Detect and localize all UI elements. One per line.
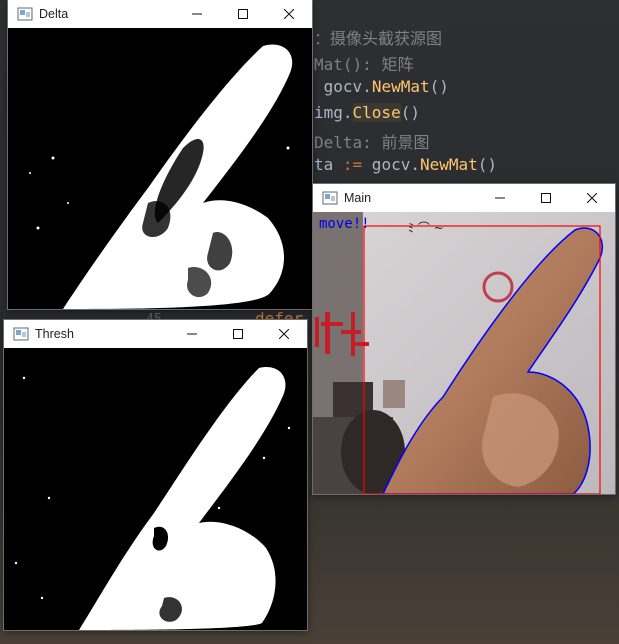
- maximize-button[interactable]: [523, 184, 569, 212]
- minimize-icon: [187, 333, 197, 335]
- move-overlay-label: move!!: [319, 216, 370, 232]
- close-button[interactable]: [569, 184, 615, 212]
- maximize-button[interactable]: [215, 320, 261, 348]
- close-button[interactable]: [266, 0, 312, 28]
- minimize-button[interactable]: [169, 320, 215, 348]
- maximize-icon: [233, 329, 243, 339]
- thresh-titlebar[interactable]: Thresh: [4, 320, 307, 348]
- code-line-4: img.Close(): [314, 103, 420, 122]
- code-line-5: Delta: 前景图: [314, 133, 430, 152]
- close-button[interactable]: [261, 320, 307, 348]
- code-line-6: ta := gocv.NewMat(): [314, 155, 498, 174]
- maximize-icon: [238, 9, 248, 19]
- window-app-icon: [17, 6, 33, 22]
- minimize-button[interactable]: [174, 0, 220, 28]
- main-titlebar[interactable]: Main: [313, 184, 615, 212]
- maximize-icon: [541, 193, 551, 203]
- maximize-button[interactable]: [220, 0, 266, 28]
- thresh-title: Thresh: [35, 327, 74, 341]
- window-app-icon: [322, 190, 338, 206]
- code-line-2: Mat(): 矩阵: [314, 55, 414, 74]
- delta-image: [8, 28, 312, 309]
- window-app-icon: [13, 326, 29, 342]
- main-window[interactable]: Main ﾐ ⌒ ~ move!!: [313, 184, 615, 494]
- code-line-3: gocv.NewMat(): [323, 77, 449, 96]
- delta-window[interactable]: Delta: [8, 0, 312, 309]
- thresh-window[interactable]: Thresh: [4, 320, 307, 630]
- minimize-icon: [495, 197, 505, 199]
- svg-text:ﾐ ⌒ ~: ﾐ ⌒ ~: [408, 221, 444, 235]
- minimize-icon: [192, 13, 202, 15]
- delta-titlebar[interactable]: Delta: [8, 0, 312, 28]
- code-line-1: ：摄像头截获源图: [314, 29, 443, 48]
- close-icon: [279, 329, 289, 339]
- close-icon: [284, 9, 294, 19]
- main-title: Main: [344, 191, 372, 205]
- close-icon: [587, 193, 597, 203]
- main-camera-image: ﾐ ⌒ ~ move!!: [313, 212, 615, 494]
- thresh-image: [4, 348, 307, 630]
- delta-title: Delta: [39, 7, 69, 21]
- minimize-button[interactable]: [477, 184, 523, 212]
